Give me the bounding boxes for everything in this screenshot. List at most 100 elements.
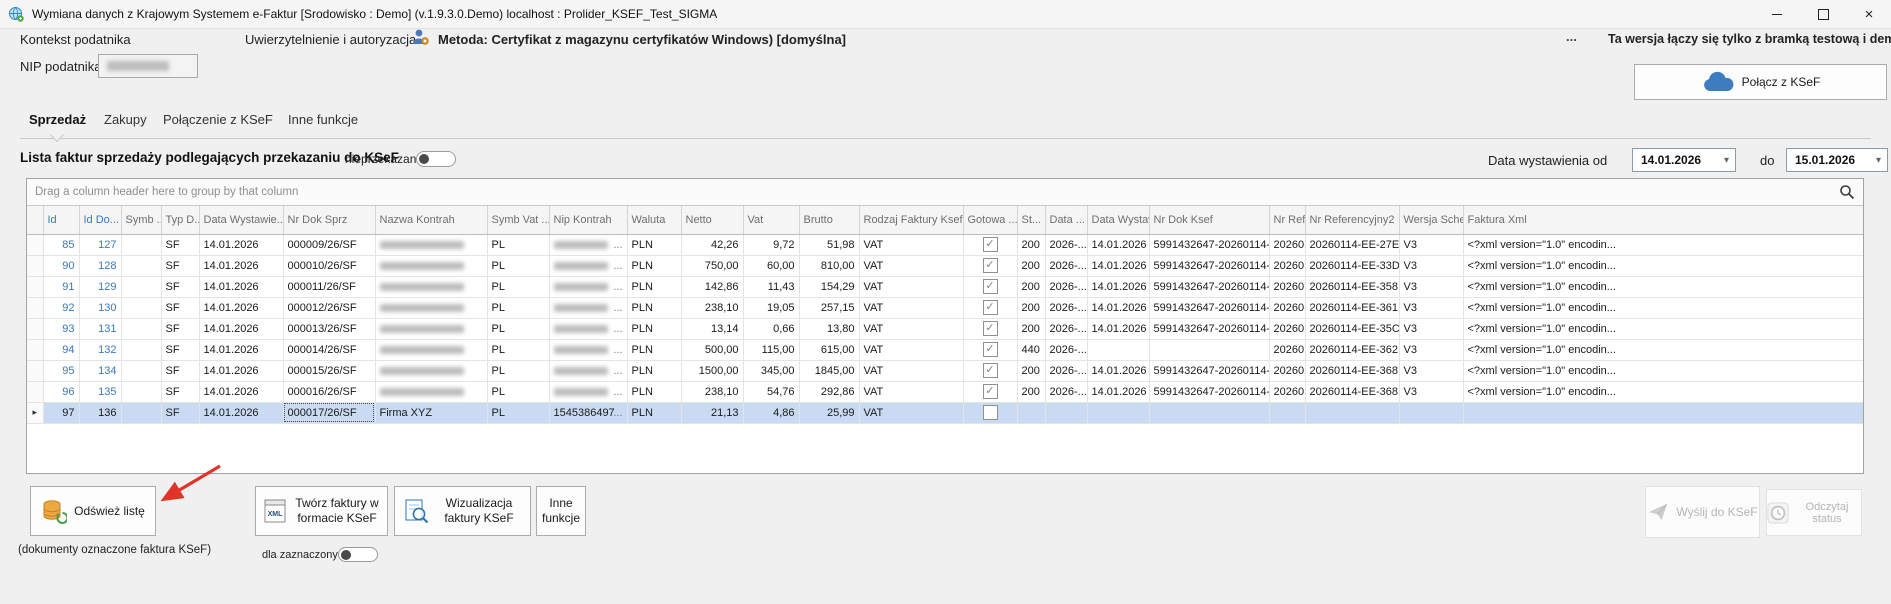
cell-nazwa[interactable] xyxy=(375,276,487,297)
checkbox-checked[interactable]: ✓ xyxy=(983,237,998,252)
cell-nr_ref2[interactable]: 20260114-EE-368... xyxy=(1305,360,1399,381)
cell-nazwa[interactable] xyxy=(375,297,487,318)
cell-brutto[interactable]: 13,80 xyxy=(799,318,859,339)
cell-nazwa[interactable] xyxy=(375,234,487,255)
checkbox-checked[interactable]: ✓ xyxy=(983,363,998,378)
cell-st[interactable]: 200 xyxy=(1017,381,1045,402)
cell-id_dok[interactable]: 134 xyxy=(79,360,121,381)
tab-zakupy[interactable]: Zakupy xyxy=(104,112,147,127)
cell-nip[interactable]: ... xyxy=(549,381,627,402)
cell-vat[interactable]: 19,05 xyxy=(743,297,799,318)
cell-waluta[interactable]: PLN xyxy=(627,318,681,339)
ellipsis-button[interactable]: ... xyxy=(613,281,622,293)
cell-typ[interactable]: SF xyxy=(161,360,199,381)
cell-nr_ref[interactable]: 20260... xyxy=(1269,381,1305,402)
col-header-vat[interactable]: Vat xyxy=(743,206,799,234)
more-ellipsis[interactable]: ... xyxy=(1566,29,1577,44)
cell-symb_vat[interactable]: PL xyxy=(487,255,549,276)
cell-symb_vat[interactable]: PL xyxy=(487,360,549,381)
cell-nip[interactable]: ...1545386497 xyxy=(549,402,627,423)
cell-brutto[interactable]: 257,15 xyxy=(799,297,859,318)
date-to-input[interactable]: 15.01.2026 ▾ xyxy=(1786,148,1888,172)
cell-xml[interactable]: <?xml version="1.0" encodin... xyxy=(1463,276,1863,297)
cell-symb[interactable] xyxy=(121,339,161,360)
cell-xml[interactable]: <?xml version="1.0" encodin... xyxy=(1463,234,1863,255)
cell-data[interactable]: 2026-... xyxy=(1045,234,1087,255)
ellipsis-button[interactable]: ... xyxy=(613,365,622,377)
cell-st[interactable]: 440 xyxy=(1017,339,1045,360)
dropdown-icon[interactable]: ▾ xyxy=(1724,155,1729,166)
cell-nr_ksef[interactable]: 5991432647-20260114-0... xyxy=(1149,360,1269,381)
cell-xml[interactable] xyxy=(1463,402,1863,423)
cell-nip[interactable]: ... xyxy=(549,234,627,255)
unsent-toggle[interactable] xyxy=(416,151,456,167)
cell-nr_dok[interactable]: 000012/26/SF xyxy=(283,297,375,318)
cell-gotowa[interactable]: ✓ xyxy=(963,360,1017,381)
cell-data_ks[interactable] xyxy=(1087,402,1149,423)
cell-id_dok[interactable]: 132 xyxy=(79,339,121,360)
cell-id[interactable]: 90 xyxy=(43,255,79,276)
table-row[interactable]: 92130SF14.01.2026000012/26/SFPL...PLN238… xyxy=(27,297,1863,318)
cell-st[interactable]: 200 xyxy=(1017,276,1045,297)
cell-nr_dok[interactable]: 000016/26/SF xyxy=(283,381,375,402)
cell-nr_ksef[interactable] xyxy=(1149,339,1269,360)
cell-waluta[interactable]: PLN xyxy=(627,255,681,276)
tab-sprzedaz[interactable]: Sprzedaż xyxy=(29,112,86,127)
cell-nr_ref[interactable] xyxy=(1269,402,1305,423)
cell-id_dok[interactable]: 131 xyxy=(79,318,121,339)
col-header-nip[interactable]: Nip Kontrah xyxy=(549,206,627,234)
cell-rodzaj[interactable]: VAT xyxy=(859,276,963,297)
cell-data[interactable]: 2026-... xyxy=(1045,297,1087,318)
cell-waluta[interactable]: PLN xyxy=(627,360,681,381)
col-header-gotowa[interactable]: Gotowa ... xyxy=(963,206,1017,234)
cell-gotowa[interactable]: ✓ xyxy=(963,276,1017,297)
ellipsis-button[interactable]: ... xyxy=(613,344,622,356)
cell-rodzaj[interactable]: VAT xyxy=(859,297,963,318)
cell-symb[interactable] xyxy=(121,255,161,276)
cell-nr_ksef[interactable]: 5991432647-20260114-0... xyxy=(1149,234,1269,255)
col-header-nr_ksef[interactable]: Nr Dok Ksef xyxy=(1149,206,1269,234)
close-button[interactable]: × xyxy=(1846,0,1891,28)
checkbox-checked[interactable]: ✓ xyxy=(983,279,998,294)
selected-toggle[interactable] xyxy=(338,547,378,562)
cell-xml[interactable]: <?xml version="1.0" encodin... xyxy=(1463,360,1863,381)
cell-nr_ref[interactable]: 20260... xyxy=(1269,318,1305,339)
cell-symb[interactable] xyxy=(121,360,161,381)
cell-nr_ref[interactable]: 20260... xyxy=(1269,339,1305,360)
cell-nr_ref2[interactable]: 20260114-EE-362... xyxy=(1305,339,1399,360)
cell-wersja[interactable]: V3 xyxy=(1399,339,1463,360)
col-header-symb[interactable]: Symb ... xyxy=(121,206,161,234)
cell-rodzaj[interactable]: VAT xyxy=(859,255,963,276)
cell-id[interactable]: 91 xyxy=(43,276,79,297)
cell-data_ks[interactable]: 14.01.2026 xyxy=(1087,297,1149,318)
col-header-nazwa[interactable]: Nazwa Kontrah xyxy=(375,206,487,234)
cell-netto[interactable]: 238,10 xyxy=(681,381,743,402)
cell-id_dok[interactable]: 135 xyxy=(79,381,121,402)
cell-id[interactable]: 92 xyxy=(43,297,79,318)
cell-symb[interactable] xyxy=(121,318,161,339)
cell-data[interactable]: 2026-... xyxy=(1045,276,1087,297)
cell-wersja[interactable]: V3 xyxy=(1399,255,1463,276)
cell-gotowa[interactable]: ✓ xyxy=(963,234,1017,255)
cell-nr_ref[interactable]: 20260... xyxy=(1269,276,1305,297)
col-header-nr_ref2[interactable]: Nr Referencyjny2 xyxy=(1305,206,1399,234)
cell-gotowa[interactable]: ✓ xyxy=(963,339,1017,360)
cell-nr_ksef[interactable]: 5991432647-20260114-0... xyxy=(1149,381,1269,402)
cell-data[interactable]: 2026-... xyxy=(1045,318,1087,339)
cell-typ[interactable]: SF xyxy=(161,297,199,318)
cell-rodzaj[interactable]: VAT xyxy=(859,402,963,423)
nip-input[interactable] xyxy=(98,54,198,78)
checkbox-unchecked[interactable] xyxy=(983,405,998,420)
cell-nip[interactable]: ... xyxy=(549,339,627,360)
cell-nazwa[interactable] xyxy=(375,339,487,360)
tab-polaczenie-ksef[interactable]: Połączenie z KSeF xyxy=(163,112,273,127)
search-icon[interactable] xyxy=(1839,184,1855,200)
cell-data[interactable]: 2026-... xyxy=(1045,360,1087,381)
cell-st[interactable]: 200 xyxy=(1017,318,1045,339)
cell-nr_ref[interactable]: 20260... xyxy=(1269,255,1305,276)
cell-gotowa[interactable]: ✓ xyxy=(963,318,1017,339)
cell-symb_vat[interactable]: PL xyxy=(487,297,549,318)
cell-brutto[interactable]: 615,00 xyxy=(799,339,859,360)
cell-rodzaj[interactable]: VAT xyxy=(859,234,963,255)
cell-netto[interactable]: 142,86 xyxy=(681,276,743,297)
